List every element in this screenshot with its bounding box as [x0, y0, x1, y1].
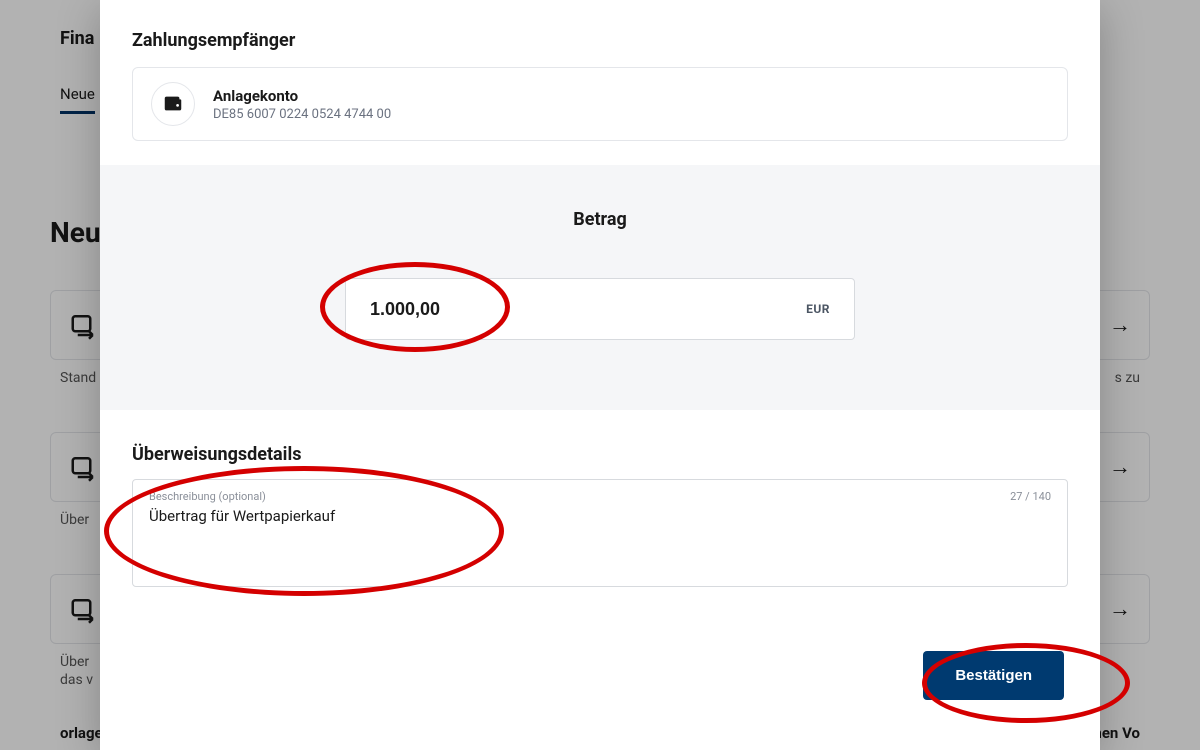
description-label: Beschreibung (optional) [149, 490, 1051, 503]
recipient-name: Anlagekonto [213, 87, 391, 105]
wallet-icon [151, 82, 195, 126]
description-input[interactable] [149, 507, 961, 543]
details-section: Überweisungsdetails Beschreibung (option… [100, 410, 1100, 611]
amount-section-title: Betrag [132, 209, 1068, 230]
recipient-section-title: Zahlungsempfänger [132, 30, 1068, 51]
amount-section: Betrag EUR [100, 165, 1100, 410]
description-counter: 27 / 140 [1010, 490, 1051, 503]
details-section-title: Überweisungsdetails [132, 444, 1068, 465]
transfer-modal: Zahlungsempfänger Anlagekonto DE85 6007 … [100, 0, 1100, 750]
confirm-button[interactable]: Bestätigen [923, 651, 1064, 700]
amount-input-box[interactable]: EUR [345, 278, 855, 340]
recipient-card[interactable]: Anlagekonto DE85 6007 0224 0524 4744 00 [132, 67, 1068, 141]
description-box[interactable]: Beschreibung (optional) 27 / 140 [132, 479, 1068, 587]
recipient-section: Zahlungsempfänger Anlagekonto DE85 6007 … [100, 0, 1100, 165]
recipient-iban: DE85 6007 0224 0524 4744 00 [213, 107, 391, 122]
recipient-info: Anlagekonto DE85 6007 0224 0524 4744 00 [213, 87, 391, 122]
amount-input[interactable] [370, 299, 806, 320]
modal-footer: Bestätigen [100, 611, 1100, 730]
currency-label: EUR [806, 302, 830, 316]
